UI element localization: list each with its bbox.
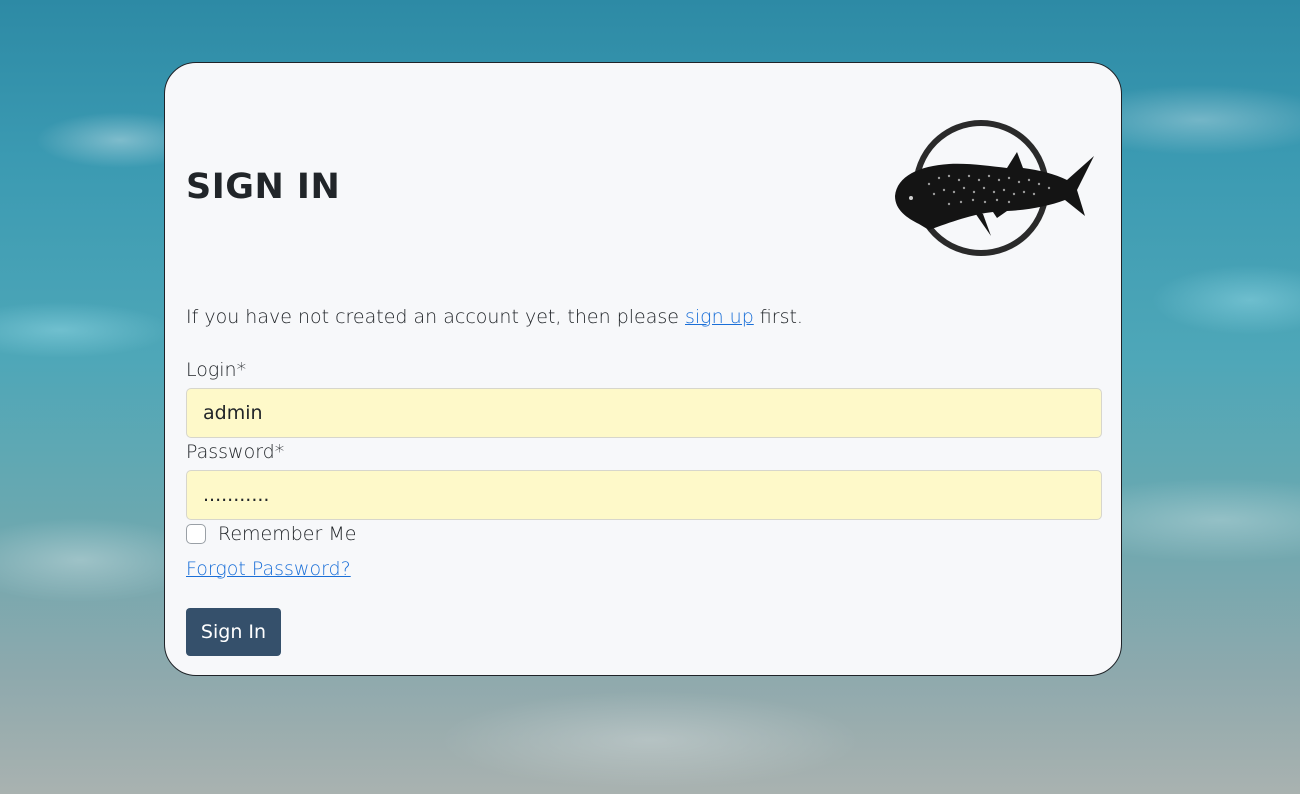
sign-in-button[interactable]: Sign In (186, 608, 281, 656)
remember-me-label: Remember Me (218, 523, 357, 545)
remember-me-row[interactable]: Remember Me (186, 523, 356, 545)
password-input[interactable] (186, 470, 1102, 520)
signup-prompt-text: If you have not created an account yet, … (186, 306, 685, 328)
login-input[interactable] (186, 388, 1102, 438)
sign-in-card: SIGN IN If you have not created an accou… (164, 62, 1122, 676)
password-label: Password* (186, 441, 285, 463)
sign-up-link[interactable]: sign up (685, 306, 754, 328)
signup-prompt: If you have not created an account yet, … (186, 306, 803, 328)
whale-shark-logo-icon (895, 120, 1094, 256)
remember-me-checkbox[interactable] (186, 524, 206, 544)
page-title: SIGN IN (186, 167, 341, 207)
login-label: Login* (186, 359, 247, 381)
signup-prompt-suffix: first. (753, 306, 803, 328)
forgot-password-link[interactable]: Forgot Password? (186, 558, 351, 580)
